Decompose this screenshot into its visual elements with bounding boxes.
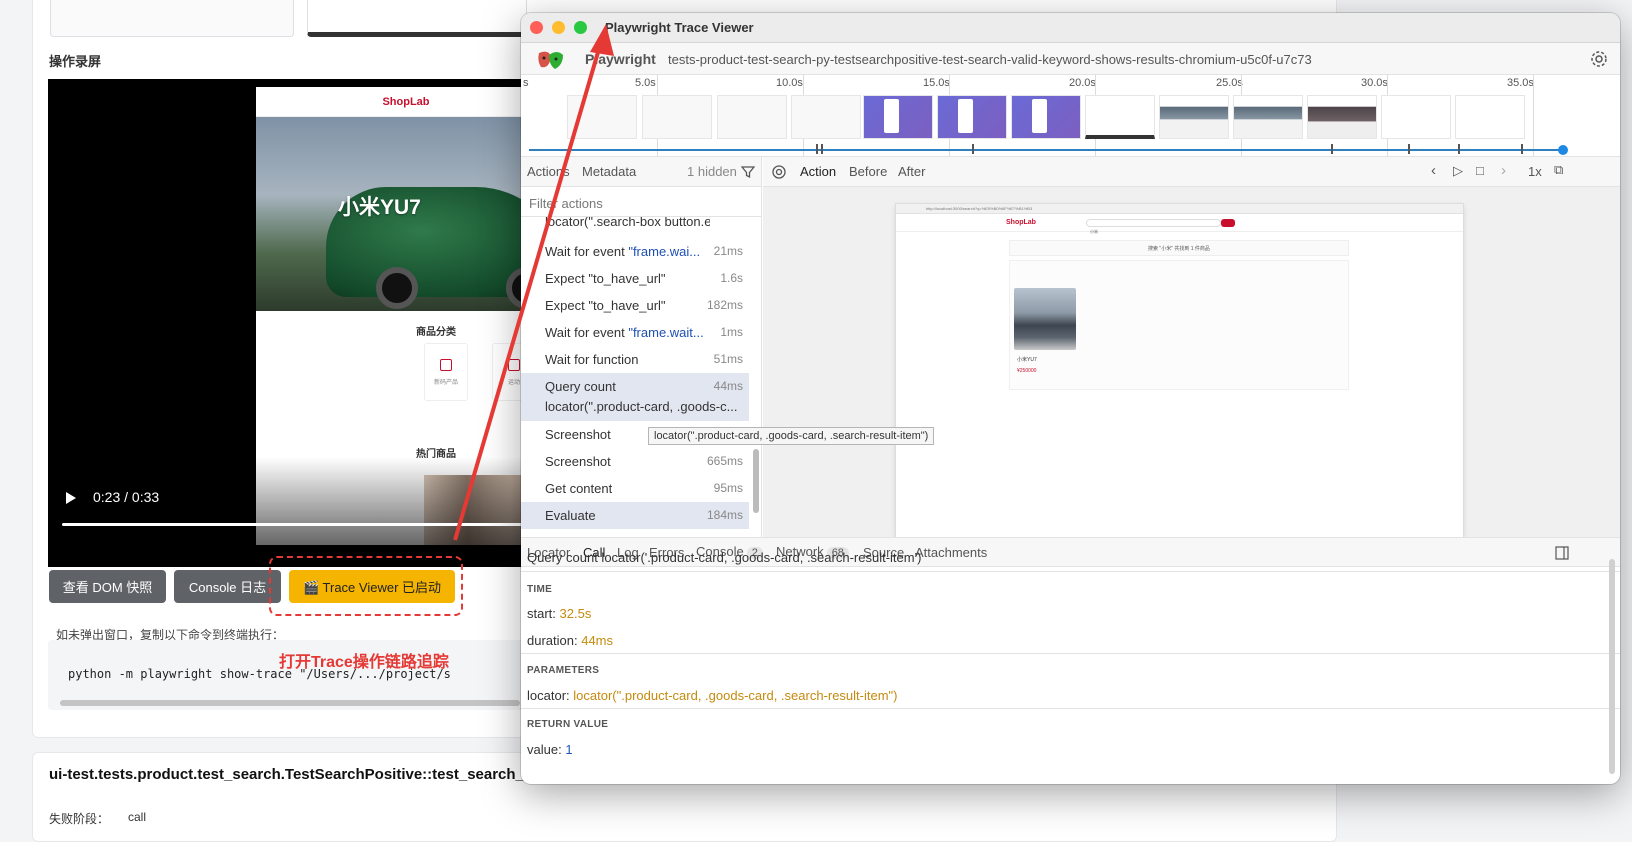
annotation-text: 打开Trace操作链路追踪 xyxy=(279,654,449,671)
arrow-head xyxy=(590,24,614,56)
annotation-arrow xyxy=(453,24,614,541)
locator-tooltip: locator(".product-card, .goods-card, .se… xyxy=(648,427,935,445)
arrow-shaft xyxy=(453,41,603,541)
